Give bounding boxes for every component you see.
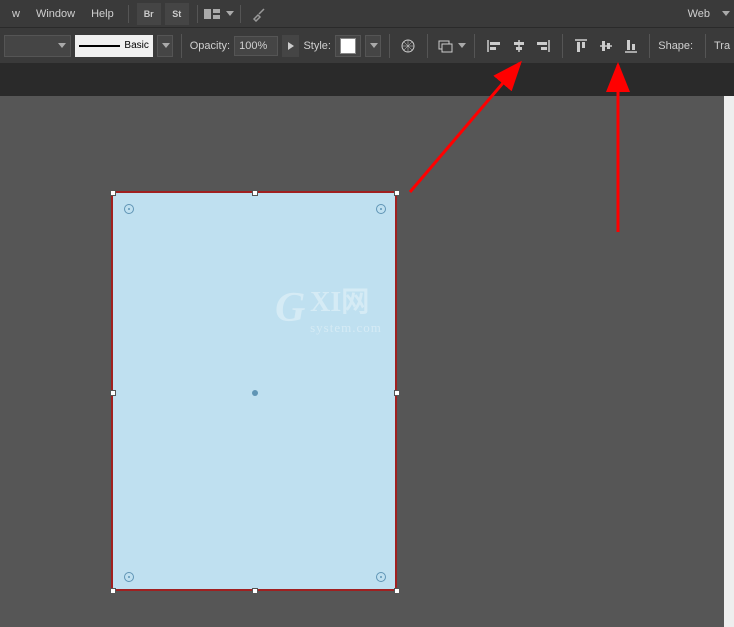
chevron-down-icon	[58, 43, 66, 48]
align-top-icon[interactable]	[571, 35, 592, 57]
toolbar-separator	[649, 34, 650, 58]
style-color-dropdown[interactable]	[335, 35, 361, 57]
selection-handle[interactable]	[252, 190, 258, 196]
corner-radius-handle[interactable]	[124, 204, 134, 214]
panel-layout-icon	[204, 7, 222, 21]
document-tab-strip	[0, 64, 734, 96]
align-center-horizontal-icon[interactable]	[508, 35, 529, 57]
stroke-dropdown-toggle[interactable]	[157, 35, 173, 57]
chevron-down-icon	[162, 43, 170, 48]
bridge-icon[interactable]: Br	[137, 3, 161, 25]
toolbar-separator	[389, 34, 390, 58]
selection-handle[interactable]	[110, 588, 116, 594]
menu-separator	[240, 5, 241, 23]
corner-radius-handle[interactable]	[124, 572, 134, 582]
center-point-icon	[252, 390, 258, 396]
align-right-icon[interactable]	[533, 35, 554, 57]
next-arrow-icon[interactable]	[282, 35, 299, 57]
chevron-down-icon	[226, 11, 234, 16]
selection-handle[interactable]	[252, 588, 258, 594]
stroke-preview-label: Basic	[124, 40, 148, 51]
opacity-label: Opacity:	[190, 40, 230, 52]
chevron-down-icon	[722, 11, 730, 16]
menu-separator	[128, 5, 129, 23]
vertical-scrollbar[interactable]	[724, 96, 734, 627]
transform-label[interactable]: Tra	[714, 40, 730, 52]
selection-handle[interactable]	[110, 190, 116, 196]
toolbar-separator	[427, 34, 428, 58]
rectangle-shape[interactable]	[111, 191, 397, 591]
selection-handle[interactable]	[394, 390, 400, 396]
selection-handle[interactable]	[394, 588, 400, 594]
opacity-input[interactable]	[234, 36, 278, 56]
stroke-preview-line	[79, 45, 120, 47]
arrange-icon[interactable]	[436, 35, 457, 57]
corner-radius-handle[interactable]	[376, 204, 386, 214]
selection-handle[interactable]	[110, 390, 116, 396]
brush-icon[interactable]	[247, 3, 271, 25]
watermark: G XI网 system.com	[275, 280, 382, 336]
fill-color-swatch	[340, 38, 356, 54]
menu-separator	[197, 5, 198, 23]
menubar: w Window Help Br St Web	[0, 0, 734, 28]
watermark-g: G	[275, 284, 305, 332]
menu-window[interactable]: Window	[28, 4, 83, 24]
menu-view[interactable]: w	[4, 4, 28, 24]
selection-handle[interactable]	[394, 190, 400, 196]
toolbar-separator	[474, 34, 475, 58]
canvas-area[interactable]	[0, 96, 724, 627]
toolbar-separator	[562, 34, 563, 58]
style-dropdown-toggle[interactable]	[365, 35, 381, 57]
style-label: Style:	[303, 40, 331, 52]
watermark-xi: XI网	[310, 280, 382, 320]
shape-label: Shape:	[658, 40, 693, 52]
align-bottom-icon[interactable]	[621, 35, 642, 57]
panel-layout-selector[interactable]	[204, 7, 234, 21]
corner-radius-handle[interactable]	[376, 572, 386, 582]
align-left-icon[interactable]	[483, 35, 504, 57]
stroke-preset-dropdown[interactable]: Basic	[75, 35, 153, 57]
workspace-web[interactable]: Web	[680, 4, 718, 24]
toolbar-separator	[705, 34, 706, 58]
toolbar-separator	[181, 34, 182, 58]
options-toolbar: Basic Opacity: Style: Shape: T	[0, 28, 734, 64]
css-sprite-icon[interactable]	[398, 35, 419, 57]
watermark-sub: system.com	[310, 320, 382, 336]
menu-help[interactable]: Help	[83, 4, 122, 24]
menubar-right: Web	[680, 4, 730, 24]
stock-icon[interactable]: St	[165, 3, 189, 25]
align-center-vertical-icon[interactable]	[596, 35, 617, 57]
chevron-down-icon	[370, 43, 378, 48]
chevron-down-icon	[458, 43, 466, 48]
shape-preset-dropdown[interactable]	[4, 35, 71, 57]
